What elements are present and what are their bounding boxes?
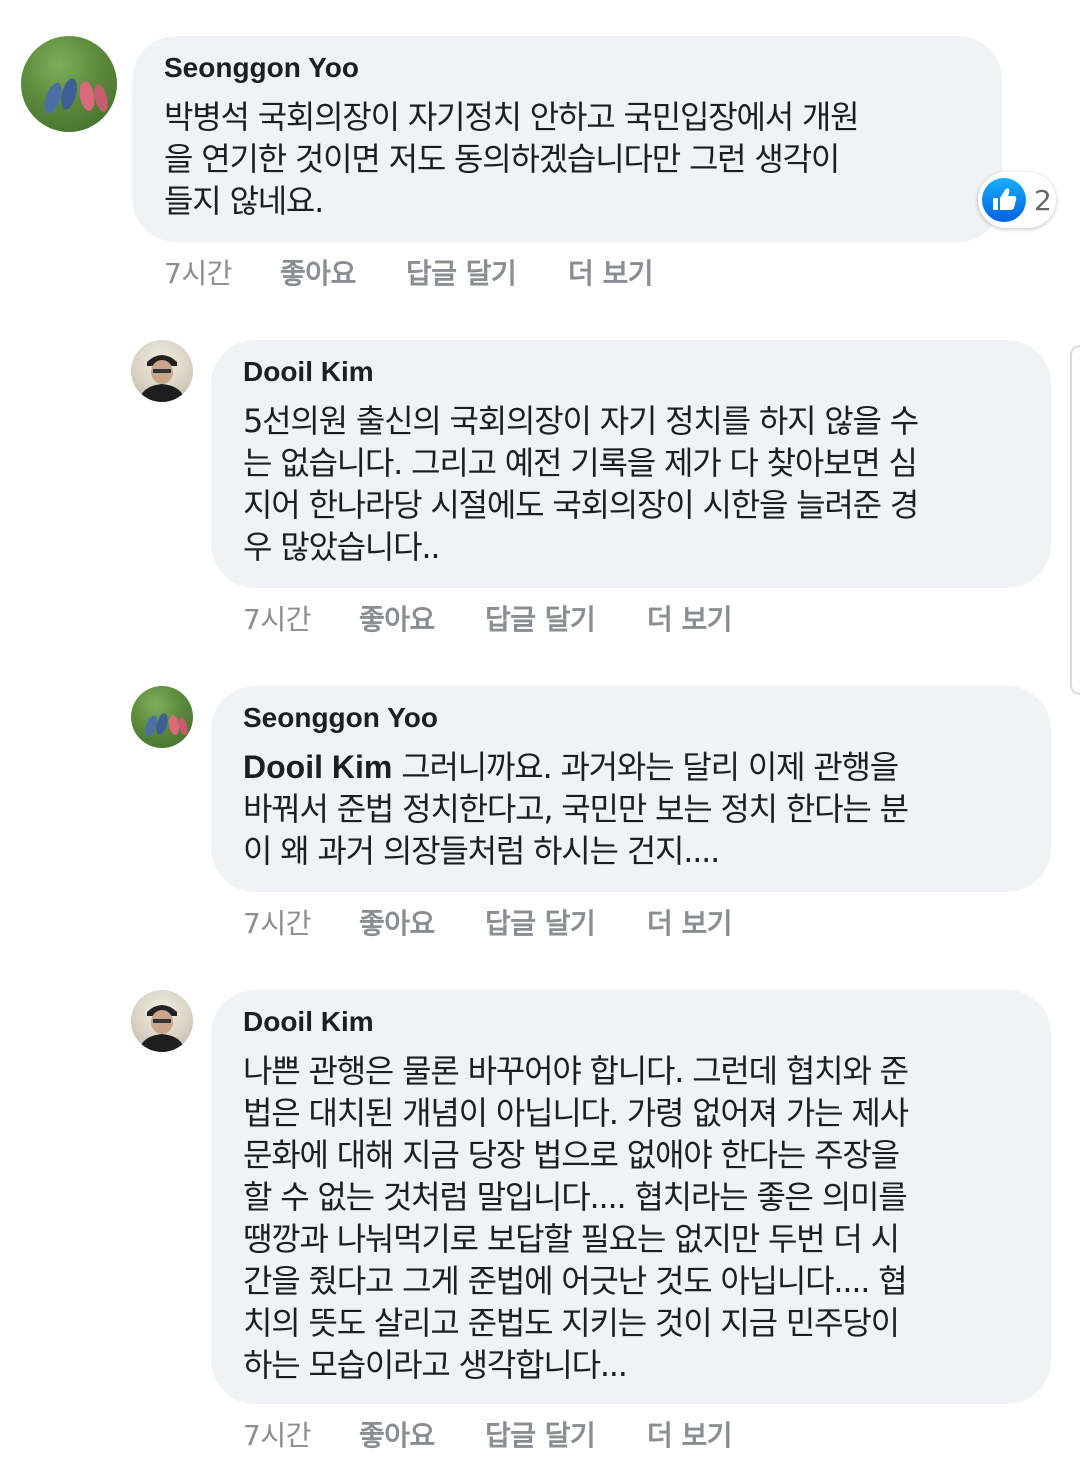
comment-actions: 7시간 좋아요 답글 달기 더 보기: [243, 1414, 843, 1452]
comment-text-line: 문화에 대해 지금 당장 법으로 없애야 한다는 주장을: [243, 1136, 900, 1174]
comment-4: Dooil Kim 나쁜 관행은 물론 바꾸어야 합니다. 그런데 협치와 준 …: [0, 0, 1080, 1476]
comment-text-line: 나쁜 관행은 물론 바꾸어야 합니다. 그런데 협치와 준: [243, 1052, 909, 1090]
comment-text-line: 하는 모습이라고 생각합니다...: [243, 1346, 628, 1384]
comment-text-line: 법은 대치된 개념이 아닙니다. 가령 없어져 가는 제사: [243, 1094, 909, 1132]
comment-text-line: 땡깡과 나눠먹기로 보답할 필요는 없지만 두번 더 시: [243, 1220, 900, 1258]
reply-button[interactable]: 답글 달기: [485, 1414, 596, 1454]
comment-author[interactable]: Dooil Kim: [243, 1006, 374, 1038]
comment-text-line: 간을 줬다고 그게 준법에 어긋난 것도 아닙니다.... 협: [243, 1262, 908, 1300]
comment-text-line: 할 수 없는 것처럼 말입니다.... 협치라는 좋은 의미를: [243, 1178, 908, 1216]
comment-text: 나쁜 관행은 물론 바꾸어야 합니다. 그런데 협치와 준 법은 대치된 개념이…: [243, 1050, 909, 1386]
comment-text-line: 치의 뜻도 살리고 준법도 지키는 것이 지금 민주당이: [243, 1304, 900, 1342]
like-button[interactable]: 좋아요: [359, 1414, 435, 1454]
comment-timestamp[interactable]: 7시간: [243, 1414, 311, 1454]
man-with-cap-avatar[interactable]: [131, 990, 193, 1052]
more-button[interactable]: 더 보기: [647, 1414, 733, 1454]
